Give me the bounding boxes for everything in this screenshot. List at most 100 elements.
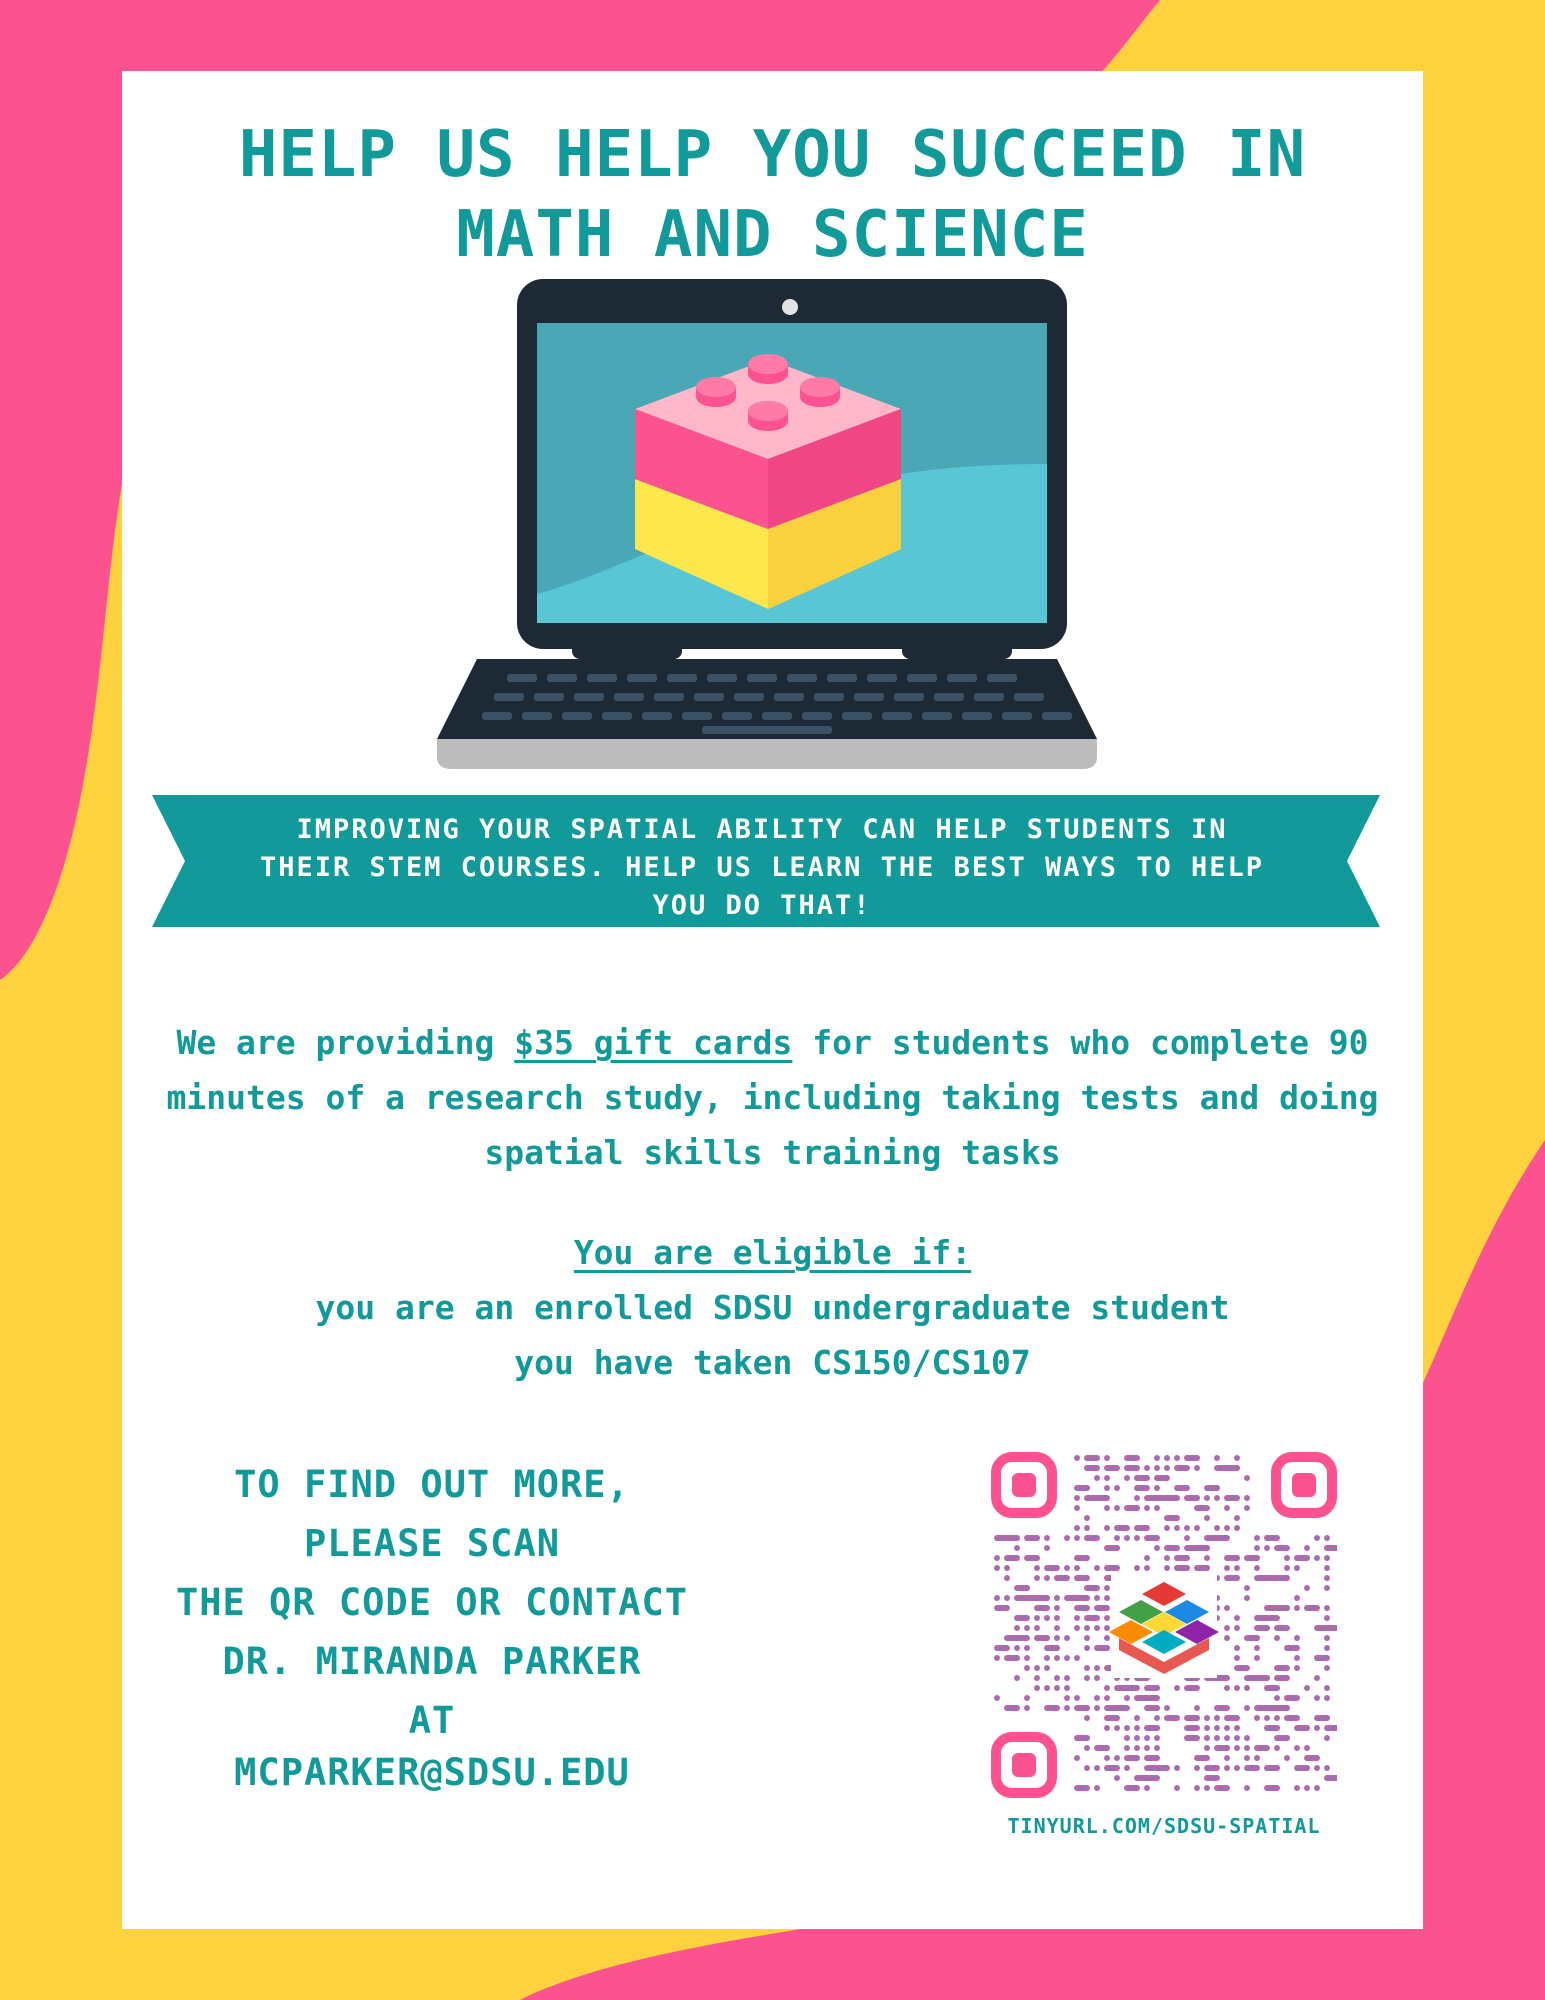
flyer-title: HELP US HELP YOU SUCCEED IN MATH AND SCI… — [122, 115, 1423, 275]
qr-module — [1124, 1465, 1140, 1471]
qr-module — [1224, 1725, 1230, 1731]
qr-module — [1204, 1725, 1210, 1731]
contact-line: THE QR CODE OR CONTACT — [175, 1581, 689, 1624]
qr-module — [1014, 1675, 1020, 1681]
qr-module — [1244, 1705, 1250, 1711]
qr-module — [1234, 1655, 1240, 1661]
qr-module — [1034, 1605, 1050, 1611]
qr-module — [1074, 1455, 1080, 1461]
qr-module — [1234, 1645, 1240, 1651]
qr-module — [1074, 1655, 1080, 1661]
qr-module — [1214, 1525, 1220, 1531]
qr-module — [1044, 1575, 1050, 1581]
flyer-card: HELP US HELP YOU SUCCEED IN MATH AND SCI… — [122, 71, 1423, 1929]
qr-module — [1154, 1725, 1160, 1731]
qr-module — [1154, 1765, 1170, 1771]
qr-module — [1224, 1715, 1240, 1721]
qr-module — [1084, 1745, 1090, 1751]
qr-module — [1094, 1455, 1100, 1461]
qr-module — [1304, 1555, 1310, 1561]
qr-module — [1304, 1745, 1310, 1751]
qr-module — [1014, 1535, 1020, 1541]
qr-module — [1274, 1675, 1290, 1681]
qr-module — [1254, 1545, 1260, 1551]
qr-module — [1304, 1755, 1320, 1761]
qr-module — [1104, 1625, 1110, 1631]
qr-module — [1284, 1565, 1290, 1571]
qr-module — [1084, 1485, 1090, 1491]
qr-module — [1114, 1755, 1120, 1761]
qr-module — [1324, 1545, 1337, 1551]
qr-module — [1124, 1745, 1130, 1751]
qr-module — [1134, 1755, 1140, 1761]
qr-module — [1164, 1565, 1170, 1571]
qr-module — [1144, 1695, 1160, 1701]
qr-module — [1074, 1575, 1090, 1581]
qr-module — [1154, 1745, 1160, 1751]
qr-module — [1304, 1585, 1310, 1591]
qr-module — [1074, 1615, 1080, 1621]
qr-module — [1034, 1675, 1040, 1681]
qr-module — [1204, 1715, 1210, 1721]
qr-module — [1164, 1465, 1170, 1471]
qr-module — [1134, 1735, 1140, 1741]
qr-module — [1154, 1465, 1160, 1471]
qr-module — [1264, 1535, 1280, 1541]
qr-module — [1174, 1465, 1190, 1471]
qr-url[interactable]: TINYURL.COM/SDSU-SPATIAL — [991, 1814, 1337, 1838]
qr-module — [1224, 1635, 1230, 1641]
qr-module — [1274, 1725, 1280, 1731]
qr-module — [1274, 1625, 1290, 1631]
qr-module — [1254, 1655, 1260, 1661]
qr-module — [1314, 1655, 1330, 1661]
qr-module — [1054, 1595, 1060, 1601]
qr-module — [1284, 1695, 1300, 1701]
qr-module — [1084, 1705, 1090, 1711]
qr-module — [1234, 1555, 1240, 1561]
contact-email[interactable]: MCPARKER@SDSU.EDU — [162, 1751, 702, 1794]
qr-module — [1164, 1525, 1170, 1531]
qr-module — [1324, 1605, 1330, 1611]
qr-module — [1324, 1645, 1330, 1651]
qr-module — [1164, 1715, 1180, 1721]
qr-module — [1094, 1565, 1100, 1571]
qr-module — [1234, 1745, 1240, 1751]
qr-module — [1084, 1515, 1090, 1521]
qr-module — [1064, 1675, 1070, 1681]
qr-module — [1274, 1545, 1290, 1551]
qr-module — [1314, 1555, 1320, 1561]
qr-module — [1214, 1715, 1220, 1721]
qr-module — [1104, 1635, 1110, 1641]
qr-module — [1144, 1755, 1160, 1761]
qr-module — [994, 1655, 1000, 1661]
qr-module — [1084, 1635, 1090, 1641]
qr-module — [1154, 1735, 1160, 1741]
qr-module — [1214, 1705, 1230, 1711]
qr-module — [1134, 1565, 1140, 1571]
qr-module — [1104, 1685, 1110, 1691]
qr-module — [1224, 1505, 1230, 1511]
qr-module — [1094, 1665, 1100, 1671]
qr-code-icon[interactable] — [991, 1452, 1337, 1798]
qr-module — [1204, 1565, 1210, 1571]
qr-module — [1264, 1715, 1270, 1721]
qr-module — [1154, 1505, 1160, 1511]
qr-module — [1284, 1605, 1290, 1611]
qr-module — [1074, 1695, 1080, 1701]
qr-module — [1074, 1535, 1080, 1541]
qr-module — [1114, 1505, 1120, 1511]
qr-module — [1124, 1475, 1130, 1481]
qr-module — [1324, 1555, 1330, 1561]
qr-module — [1184, 1725, 1200, 1731]
qr-module — [1304, 1725, 1310, 1731]
qr-module — [1144, 1555, 1150, 1561]
qr-module — [1304, 1605, 1320, 1611]
banner-text: IMPROVING YOUR SPATIAL ABILITY CAN HELP … — [259, 814, 1265, 921]
qr-module — [1204, 1515, 1210, 1521]
qr-module — [1214, 1735, 1220, 1741]
qr-module — [1054, 1575, 1070, 1581]
qr-module — [1064, 1565, 1070, 1571]
qr-module — [1294, 1745, 1300, 1751]
qr-module — [1234, 1725, 1240, 1731]
qr-module — [1214, 1785, 1230, 1791]
